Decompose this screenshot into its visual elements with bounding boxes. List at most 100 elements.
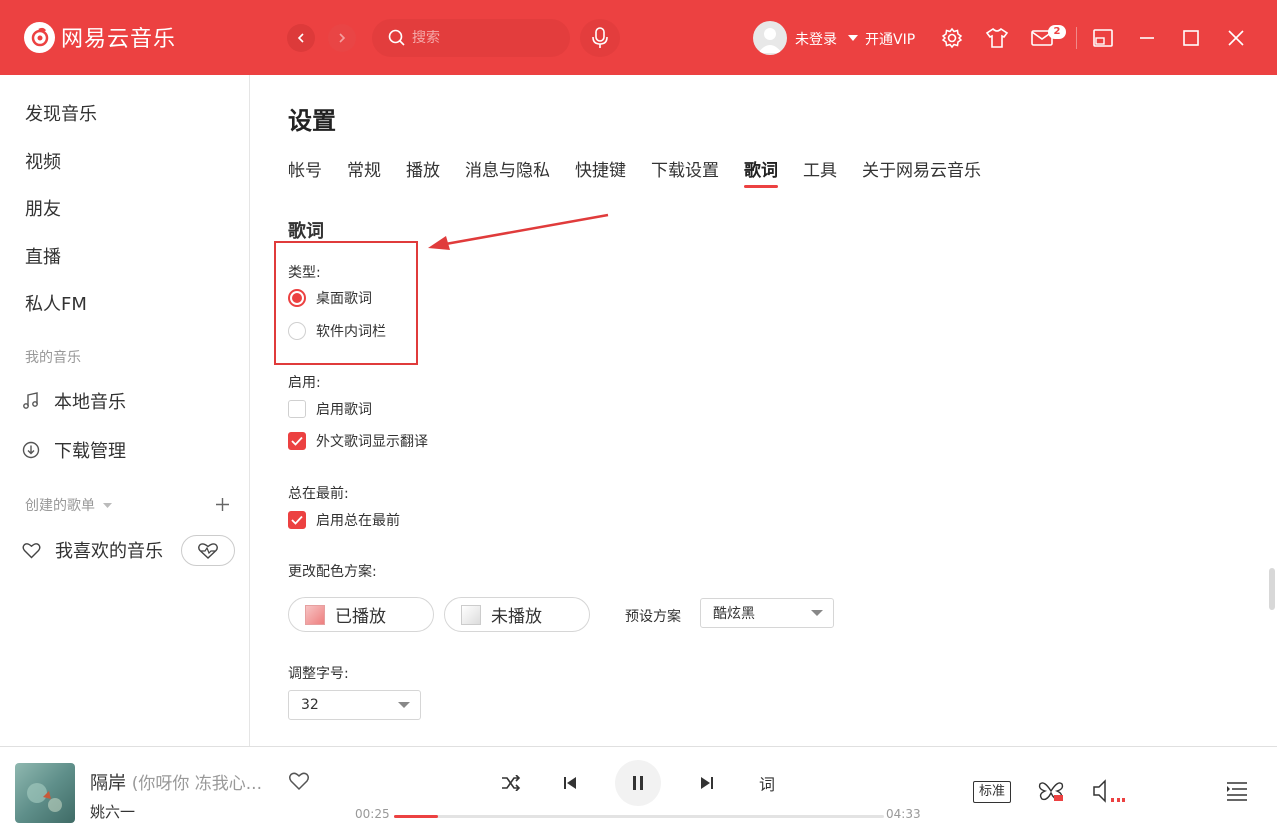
font-size-select[interactable]: 32 xyxy=(288,690,421,720)
shuffle-icon xyxy=(502,775,521,791)
progress-bar[interactable] xyxy=(394,815,884,818)
tab-tools[interactable]: 工具 xyxy=(803,156,837,188)
sidebar-item-label: 本地音乐 xyxy=(54,392,126,413)
shuffle-button[interactable] xyxy=(498,771,524,795)
album-cover[interactable] xyxy=(15,763,75,823)
song-title-line[interactable]: 隔岸 (你呀你 冻我心... xyxy=(90,769,262,795)
song-title: 隔岸 xyxy=(90,773,126,794)
settings-tabs: 帐号 常规 播放 消息与隐私 快捷键 下载设置 歌词 工具 关于网易云音乐 xyxy=(288,156,1006,188)
unplayed-color-swatch xyxy=(461,604,481,625)
checkbox-enable-lyrics[interactable]: 启用歌词 xyxy=(288,399,372,419)
sound-effect-button[interactable] xyxy=(1036,779,1066,803)
user-icon xyxy=(758,28,782,53)
tab-about[interactable]: 关于网易云音乐 xyxy=(862,156,981,188)
sidebar-item-video[interactable]: 视频 xyxy=(25,148,61,174)
login-status[interactable]: 未登录 xyxy=(795,29,837,49)
chevron-left-icon xyxy=(297,33,304,43)
sidebar-item-live[interactable]: 直播 xyxy=(25,243,61,269)
next-button[interactable] xyxy=(695,771,719,795)
sidebar-item-local-music[interactable]: 本地音乐 xyxy=(22,388,126,414)
settings-button[interactable] xyxy=(940,26,964,50)
tab-shortcuts[interactable]: 快捷键 xyxy=(575,156,626,188)
forward-button[interactable] xyxy=(328,24,356,52)
mini-mode-button[interactable] xyxy=(1091,26,1115,50)
tab-download-settings[interactable]: 下载设置 xyxy=(651,156,719,188)
maximize-button[interactable] xyxy=(1179,26,1203,50)
tab-account[interactable]: 帐号 xyxy=(288,156,322,188)
sidebar-item-friends[interactable]: 朋友 xyxy=(25,195,61,221)
unplayed-color-label: 未播放 xyxy=(491,607,542,627)
page-title: 设置 xyxy=(288,107,336,135)
caret-down-icon[interactable] xyxy=(848,35,858,41)
add-playlist-icon[interactable] xyxy=(215,497,230,512)
music-note-icon xyxy=(23,392,38,409)
song-subtitle: (你呀你 冻我心... xyxy=(131,774,262,794)
pause-button[interactable] xyxy=(615,760,661,806)
checkbox-checked-icon[interactable] xyxy=(288,432,306,450)
previous-button[interactable] xyxy=(558,771,582,795)
app-logo[interactable]: 网易云音乐 xyxy=(24,21,176,53)
radio-in-app-lyrics-bar[interactable]: 软件内词栏 xyxy=(288,321,386,341)
open-vip-link[interactable]: 开通VIP xyxy=(865,29,915,49)
header-divider xyxy=(1076,27,1077,49)
close-button[interactable] xyxy=(1224,26,1248,50)
preset-scheme-label: 预设方案 xyxy=(625,609,681,625)
option-label: 启用歌词 xyxy=(316,402,372,418)
album-art-image xyxy=(15,763,75,823)
tab-playback[interactable]: 播放 xyxy=(406,156,440,188)
search-icon xyxy=(388,29,405,46)
tab-lyrics[interactable]: 歌词 xyxy=(744,156,778,188)
desktop-lyrics-button[interactable]: 词 xyxy=(754,771,780,795)
sidebar-item-liked-music[interactable]: 我喜欢的音乐 xyxy=(22,537,163,563)
sidebar-item-discover[interactable]: 发现音乐 xyxy=(25,100,97,126)
like-heart-icon[interactable] xyxy=(288,771,310,791)
chevron-right-icon xyxy=(339,33,346,43)
preset-scheme-select[interactable]: 酷炫黑 xyxy=(700,598,834,628)
checkbox-show-translation[interactable]: 外文歌词显示翻译 xyxy=(288,431,428,451)
tab-general[interactable]: 常规 xyxy=(347,156,381,188)
minimize-button[interactable] xyxy=(1135,26,1159,50)
created-playlists-heading[interactable]: 创建的歌单 xyxy=(25,495,113,515)
color-scheme-label: 更改配色方案: xyxy=(288,564,377,580)
checkbox-unchecked-icon[interactable] xyxy=(288,400,306,418)
radio-desktop-lyrics[interactable]: 桌面歌词 xyxy=(288,288,372,308)
close-icon xyxy=(1228,30,1244,46)
played-color-button[interactable]: 已播放 xyxy=(288,597,434,632)
preset-scheme-value: 酷炫黑 xyxy=(713,606,755,622)
user-avatar[interactable] xyxy=(753,21,787,55)
sidebar-item-label: 我喜欢的音乐 xyxy=(55,541,163,562)
checkbox-checked-icon[interactable] xyxy=(288,511,306,529)
skin-button[interactable] xyxy=(985,26,1009,50)
caret-down-icon xyxy=(103,503,113,508)
search-input[interactable] xyxy=(412,30,552,46)
heart-mode-button[interactable] xyxy=(181,535,235,566)
volume-button[interactable] xyxy=(1091,777,1125,805)
microphone-icon xyxy=(592,27,608,48)
download-icon xyxy=(22,441,40,459)
heart-icon xyxy=(22,542,41,558)
sound-quality-button[interactable]: 标准 xyxy=(973,781,1011,803)
sidebar-item-downloads[interactable]: 下载管理 xyxy=(22,437,126,463)
unplayed-color-button[interactable]: 未播放 xyxy=(444,597,590,632)
radio-checked-icon[interactable] xyxy=(288,289,306,307)
tab-messages-privacy[interactable]: 消息与隐私 xyxy=(465,156,550,188)
elapsed-time: 00:25 xyxy=(355,807,390,821)
option-label: 外文歌词显示翻译 xyxy=(316,434,428,450)
caret-down-icon xyxy=(398,702,410,708)
maximize-icon xyxy=(1183,30,1199,46)
checkbox-always-on-top[interactable]: 启用总在最前 xyxy=(288,510,400,530)
tshirt-icon xyxy=(985,27,1009,48)
search-box[interactable] xyxy=(372,19,570,57)
sidebar-item-fm[interactable]: 私人FM xyxy=(25,290,87,316)
artist-name[interactable]: 姚六一 xyxy=(90,801,135,822)
player-bar: 隔岸 (你呀你 冻我心... 姚六一 词 00:25 04:33 标准 xyxy=(0,746,1277,837)
voice-search-button[interactable] xyxy=(580,19,620,57)
radio-unchecked-icon[interactable] xyxy=(288,322,306,340)
sidebar: 发现音乐 视频 朋友 直播 私人FM 我的音乐 本地音乐 下载管理 创建的歌单 … xyxy=(0,75,250,746)
back-button[interactable] xyxy=(287,24,315,52)
previous-icon xyxy=(564,777,576,789)
content-scrollbar[interactable] xyxy=(1269,568,1275,610)
font-size-value: 32 xyxy=(301,697,319,713)
pause-icon xyxy=(633,776,643,790)
playlist-button[interactable] xyxy=(1224,779,1250,803)
